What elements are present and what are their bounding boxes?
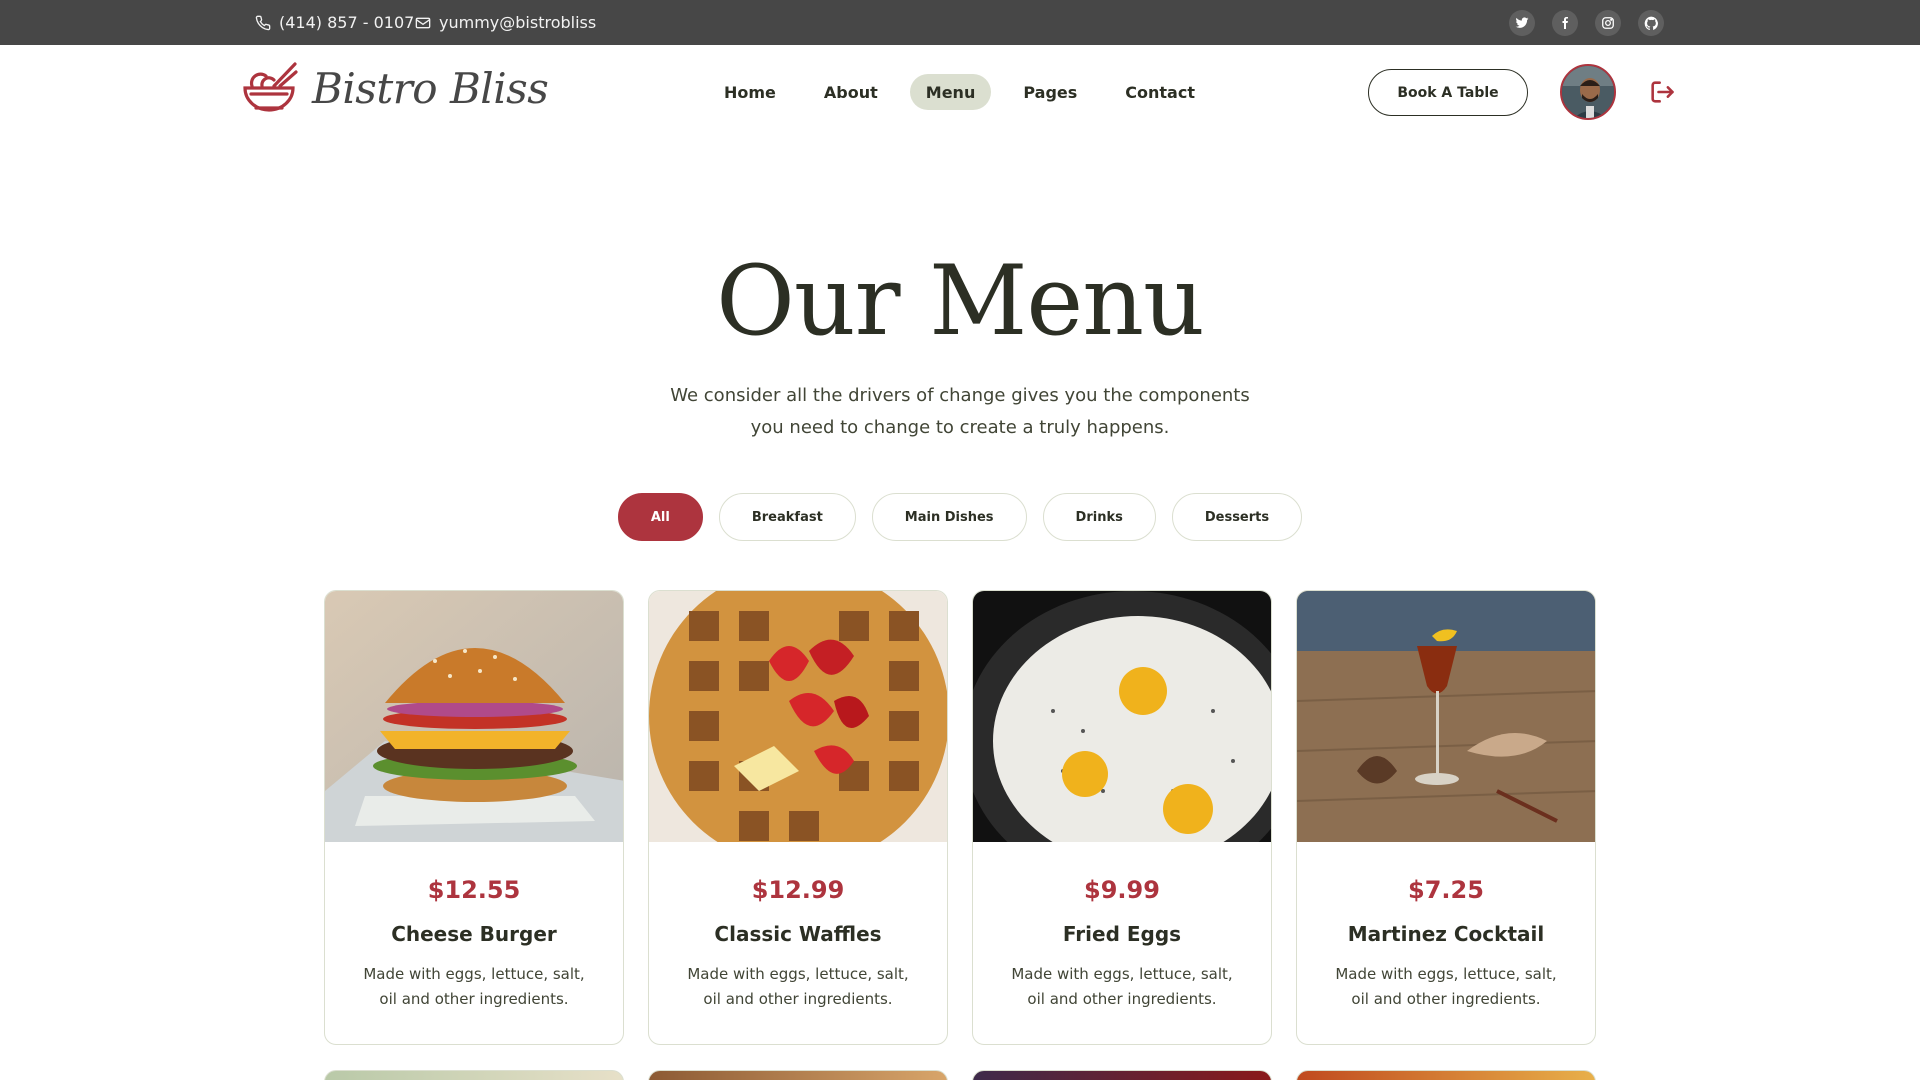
description-line: Made with eggs, lettuce, salt, [1335,965,1557,983]
item-description: Made with eggs, lettuce, salt, oil and o… [1326,962,1566,1012]
logout-icon[interactable] [1648,78,1676,110]
filter-drinks[interactable]: Drinks [1042,493,1156,541]
filter-main-dishes[interactable]: Main Dishes [871,493,1027,541]
brand-logo[interactable]: Bistro Bliss [240,60,549,116]
martinez-cocktail-image [1297,591,1595,842]
phone-number: (414) 857 - 0107 [279,13,415,32]
fried-eggs-image [973,591,1271,842]
cheese-burger-image [325,591,623,842]
subtitle-line-2: you need to change to create a truly hap… [750,417,1170,438]
github-icon[interactable] [1638,10,1664,36]
description-line: Made with eggs, lettuce, salt, [687,965,909,983]
instagram-icon[interactable] [1595,10,1621,36]
nav-pages[interactable]: Pages [1007,74,1093,110]
email-address: yummy@bistrobliss [439,13,597,32]
book-table-button[interactable]: Book A Table [1368,69,1528,116]
card-body: $12.99 Classic Waffles Made with eggs, l… [649,842,947,1012]
nav-home[interactable]: Home [708,74,792,110]
nav-about[interactable]: About [808,74,894,110]
filter-all[interactable]: All [617,493,703,541]
description-line: Made with eggs, lettuce, salt, [363,965,585,983]
card-body: $7.25 Martinez Cocktail Made with eggs, … [1297,842,1595,1012]
item-price: $9.99 [1084,876,1160,904]
description-line: oil and other ingredients. [1351,990,1541,1008]
facebook-icon[interactable] [1552,10,1578,36]
card-body: $9.99 Fried Eggs Made with eggs, lettuce… [973,842,1271,1012]
item-price: $12.99 [751,876,845,904]
menu-card-partial[interactable] [324,1070,624,1080]
description-line: oil and other ingredients. [1027,990,1217,1008]
card-body: $12.55 Cheese Burger Made with eggs, let… [325,842,623,1012]
email-contact[interactable]: yummy@bistrobliss [415,0,596,45]
menu-card[interactable]: $12.55 Cheese Burger Made with eggs, let… [324,590,624,1045]
nav-contact[interactable]: Contact [1109,74,1211,110]
brand-name: Bistro Bliss [312,63,549,113]
bowl-logo-icon [243,62,298,112]
menu-card[interactable]: $12.99 Classic Waffles Made with eggs, l… [648,590,948,1045]
phone-icon [255,15,271,30]
description-line: oil and other ingredients. [379,990,569,1008]
top-bar: (414) 857 - 0107 yummy@bistrobliss [0,0,1920,45]
nav-menu[interactable]: Menu [909,74,992,110]
avatar[interactable] [1560,64,1616,120]
item-price: $7.25 [1408,876,1484,904]
page-title: Our Menu [716,245,1205,357]
menu-grid: $12.55 Cheese Burger Made with eggs, let… [324,590,1596,1045]
category-filters: All Breakfast Main Dishes Drinks Dessert… [0,493,1920,541]
item-description: Made with eggs, lettuce, salt, oil and o… [1002,962,1242,1012]
twitter-icon[interactable] [1509,10,1535,36]
menu-card[interactable]: $9.99 Fried Eggs Made with eggs, lettuce… [972,590,1272,1045]
description-line: oil and other ingredients. [703,990,893,1008]
subtitle-line-1: We consider all the drivers of change gi… [670,385,1250,406]
filter-breakfast[interactable]: Breakfast [718,493,856,541]
menu-card-partial[interactable] [972,1070,1272,1080]
item-price: $12.55 [427,876,521,904]
filter-desserts[interactable]: Desserts [1171,493,1303,541]
menu-card-partial[interactable] [648,1070,948,1080]
menu-card-partial[interactable] [1296,1070,1596,1080]
main-nav: Home About Menu Pages Contact [708,74,1227,110]
mail-icon [415,17,431,28]
item-description: Made with eggs, lettuce, salt, oil and o… [678,962,918,1012]
item-name: Classic Waffles [714,922,882,946]
menu-grid-next-row [324,1070,1596,1080]
phone-contact[interactable]: (414) 857 - 0107 [255,0,414,45]
social-links [1509,10,1664,36]
item-name: Martinez Cocktail [1347,922,1545,946]
menu-card[interactable]: $7.25 Martinez Cocktail Made with eggs, … [1296,590,1596,1045]
page-subtitle: We consider all the drivers of change gi… [660,380,1260,444]
description-line: Made with eggs, lettuce, salt, [1011,965,1233,983]
classic-waffles-image [649,591,947,842]
item-name: Cheese Burger [391,922,557,946]
item-name: Fried Eggs [1062,922,1182,946]
item-description: Made with eggs, lettuce, salt, oil and o… [354,962,594,1012]
